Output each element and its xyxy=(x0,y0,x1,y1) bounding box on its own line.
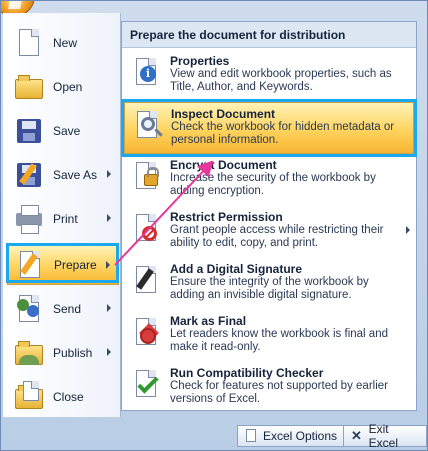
digital-signature-icon xyxy=(130,264,162,296)
menu-item-label: Close xyxy=(53,390,84,404)
submenu-item-desc: Check for features not supported by earl… xyxy=(170,380,388,405)
excel-options-icon xyxy=(244,429,258,443)
prepare-highlight-frame xyxy=(6,243,119,283)
office-logo-icon xyxy=(8,1,22,9)
submenu-arrow-icon xyxy=(107,170,111,178)
menu-item-send[interactable]: Send xyxy=(7,289,119,329)
submenu-item-desc: View and edit workbook properties, such … xyxy=(170,68,392,93)
open-folder-icon xyxy=(13,71,45,103)
publish-icon xyxy=(13,337,45,369)
submenu-arrow-icon xyxy=(107,304,111,312)
properties-icon: i xyxy=(130,56,162,88)
inspect-highlight-frame xyxy=(121,99,417,157)
exit-excel-label: Exit Excel xyxy=(368,422,398,450)
save-floppy-icon xyxy=(13,115,45,147)
new-document-icon xyxy=(13,27,45,59)
menu-item-label: New xyxy=(53,36,78,50)
menu-item-save[interactable]: Save xyxy=(7,111,119,151)
mark-as-final-icon xyxy=(130,316,162,348)
menu-item-label: Send xyxy=(53,302,82,316)
close-document-icon xyxy=(13,381,45,413)
submenu-item-properties[interactable]: i Properties View and edit workbook prop… xyxy=(124,50,414,102)
submenu-item-title: Restrict Permission xyxy=(170,210,283,224)
exit-icon: ✕ xyxy=(351,428,362,443)
submenu-header: Prepare the document for distribution xyxy=(122,22,416,48)
menu-item-label: Open xyxy=(53,80,83,94)
submenu-arrow-icon xyxy=(107,214,111,222)
submenu-item-desc: Let readers know the workbook is final a… xyxy=(170,328,388,353)
submenu-arrow-icon xyxy=(107,348,111,356)
compatibility-check-icon xyxy=(130,368,162,400)
submenu-item-desc: Increase the security of the workbook by… xyxy=(170,172,376,197)
menu-item-new[interactable]: New xyxy=(7,23,119,63)
excel-options-button[interactable]: Excel Options xyxy=(237,425,345,447)
send-icon xyxy=(13,293,45,325)
menu-item-label: Save xyxy=(53,124,81,138)
excel-options-label: Excel Options xyxy=(263,429,338,443)
menu-item-label: Publish xyxy=(53,346,93,360)
submenu-item-title: Run Compatibility Checker xyxy=(170,366,324,380)
menu-item-close[interactable]: Close xyxy=(7,377,119,417)
prepare-submenu: Prepare the document for distribution i … xyxy=(121,21,417,411)
submenu-item-compatibility-checker[interactable]: Run Compatibility Checker Check for feat… xyxy=(124,362,414,414)
submenu-item-title: Properties xyxy=(170,54,230,68)
save-as-icon xyxy=(13,159,45,191)
restrict-permission-icon xyxy=(130,212,162,244)
menu-item-save-as[interactable]: Save As xyxy=(7,155,119,195)
submenu-item-encrypt-document[interactable]: Encrypt Document Increase the security o… xyxy=(124,154,414,206)
submenu-arrow-icon xyxy=(406,226,410,234)
submenu-item-desc: Ensure the integrity of the workbook by … xyxy=(170,276,369,301)
submenu-item-title: Encrypt Document xyxy=(170,158,277,172)
submenu-item-desc: Grant people access while restricting th… xyxy=(170,224,384,249)
menu-item-label: Print xyxy=(53,212,78,226)
submenu-item-title: Add a Digital Signature xyxy=(170,262,303,276)
office-menu-window: New Open Save Save As Print Prepare Send xyxy=(0,0,428,451)
submenu-item-mark-as-final[interactable]: Mark as Final Let readers know the workb… xyxy=(124,310,414,362)
encrypt-lock-icon xyxy=(130,160,162,192)
menu-item-open[interactable]: Open xyxy=(7,67,119,107)
menu-item-publish[interactable]: Publish xyxy=(7,333,119,373)
submenu-item-title: Mark as Final xyxy=(170,314,247,328)
printer-icon xyxy=(13,203,45,235)
exit-excel-button[interactable]: ✕ Exit Excel xyxy=(343,422,427,450)
submenu-item-digital-signature[interactable]: Add a Digital Signature Ensure the integ… xyxy=(124,258,414,310)
office-menu-left-pane: New Open Save Save As Print Prepare Send xyxy=(3,13,121,417)
menu-item-label: Save As xyxy=(53,168,98,182)
submenu-item-restrict-permission[interactable]: Restrict Permission Grant people access … xyxy=(124,206,414,258)
menu-item-print[interactable]: Print xyxy=(7,199,119,239)
